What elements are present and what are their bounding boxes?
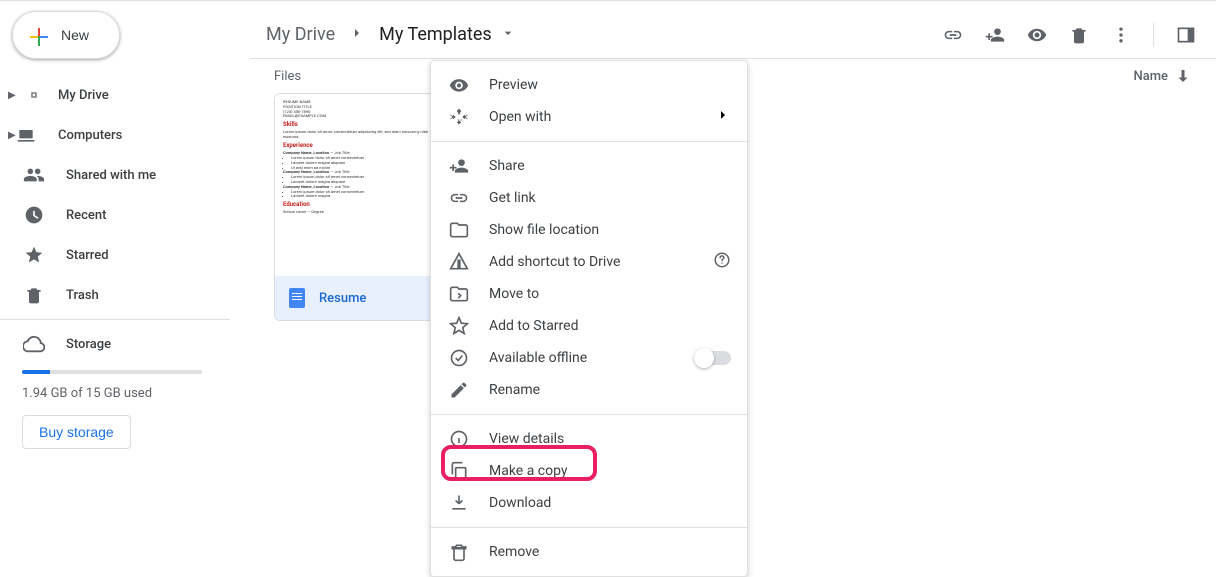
- menu-available-offline[interactable]: Available offline: [431, 342, 747, 374]
- shortcut-icon: [447, 250, 471, 274]
- my-drive-icon: [14, 83, 38, 107]
- folder-icon: [447, 218, 471, 242]
- buy-storage-button[interactable]: Buy storage: [22, 415, 131, 449]
- breadcrumb-current[interactable]: My Templates: [379, 24, 492, 45]
- menu-view-details[interactable]: View details: [431, 423, 747, 455]
- sidebar-item-shared[interactable]: Shared with me: [0, 155, 250, 195]
- more-icon[interactable]: [1111, 25, 1131, 45]
- menu-get-link[interactable]: Get link: [431, 182, 747, 214]
- menu-make-a-copy[interactable]: Make a copy: [431, 455, 747, 487]
- breadcrumb-dropdown[interactable]: [500, 25, 516, 45]
- sidebar-item-trash[interactable]: Trash: [0, 275, 250, 315]
- sort-by-name[interactable]: Name: [1133, 67, 1192, 85]
- trash-icon: [447, 540, 471, 564]
- get-link-icon[interactable]: [943, 25, 963, 45]
- eye-icon: [447, 73, 471, 97]
- context-menu: Preview Open with Share Get link Show fi…: [430, 60, 748, 577]
- help-icon[interactable]: [713, 251, 731, 273]
- menu-show-location[interactable]: Show file location: [431, 214, 747, 246]
- chevron-right-icon: [349, 25, 365, 45]
- download-icon: [447, 491, 471, 515]
- offline-toggle[interactable]: [697, 351, 731, 365]
- link-icon: [447, 186, 471, 210]
- plus-icon: [27, 25, 47, 45]
- file-name: Resume: [319, 291, 366, 306]
- menu-add-starred[interactable]: Add to Starred: [431, 310, 747, 342]
- move-icon: [447, 282, 471, 306]
- recent-icon: [22, 203, 46, 227]
- copy-icon: [447, 459, 471, 483]
- person-add-icon: [447, 154, 471, 178]
- menu-remove[interactable]: Remove: [431, 536, 747, 568]
- sidebar-item-recent[interactable]: Recent: [0, 195, 250, 235]
- menu-preview[interactable]: Preview: [431, 69, 747, 101]
- trash-icon: [22, 283, 46, 307]
- shared-icon: [22, 163, 46, 187]
- files-heading: Files: [274, 69, 301, 84]
- storage-bar: [22, 370, 202, 374]
- star-icon: [447, 314, 471, 338]
- menu-rename[interactable]: Rename: [431, 374, 747, 406]
- cloud-icon: [22, 332, 46, 356]
- rename-icon: [447, 378, 471, 402]
- file-thumbnail: RESUME NAMEPOSITION TITLE(123) 456-7890E…: [275, 94, 441, 276]
- menu-download[interactable]: Download: [431, 487, 747, 519]
- sidebar-item-computers[interactable]: ▶ Computers: [0, 115, 250, 155]
- breadcrumb-root[interactable]: My Drive: [266, 24, 335, 45]
- sidebar-item-storage[interactable]: Storage: [0, 324, 250, 364]
- menu-open-with[interactable]: Open with: [431, 101, 747, 133]
- open-with-icon: [447, 105, 471, 129]
- sidebar-item-starred[interactable]: Starred: [0, 235, 250, 275]
- computers-icon: [14, 123, 38, 147]
- menu-add-shortcut[interactable]: Add shortcut to Drive: [431, 246, 747, 278]
- offline-icon: [447, 346, 471, 370]
- sidebar-item-my-drive[interactable]: ▶ My Drive: [0, 75, 250, 115]
- info-icon: [447, 427, 471, 451]
- star-icon: [22, 243, 46, 267]
- file-card-resume[interactable]: RESUME NAMEPOSITION TITLE(123) 456-7890E…: [274, 93, 442, 321]
- new-button[interactable]: New: [12, 11, 120, 59]
- google-doc-icon: [289, 288, 305, 308]
- new-label: New: [61, 27, 89, 43]
- add-people-icon[interactable]: [985, 25, 1005, 45]
- preview-icon[interactable]: [1027, 25, 1047, 45]
- details-pane-icon[interactable]: [1176, 25, 1196, 45]
- storage-text: 1.94 GB of 15 GB used: [22, 386, 250, 401]
- menu-move-to[interactable]: Move to: [431, 278, 747, 310]
- delete-icon[interactable]: [1069, 25, 1089, 45]
- chevron-right-icon: [715, 107, 731, 127]
- menu-share[interactable]: Share: [431, 150, 747, 182]
